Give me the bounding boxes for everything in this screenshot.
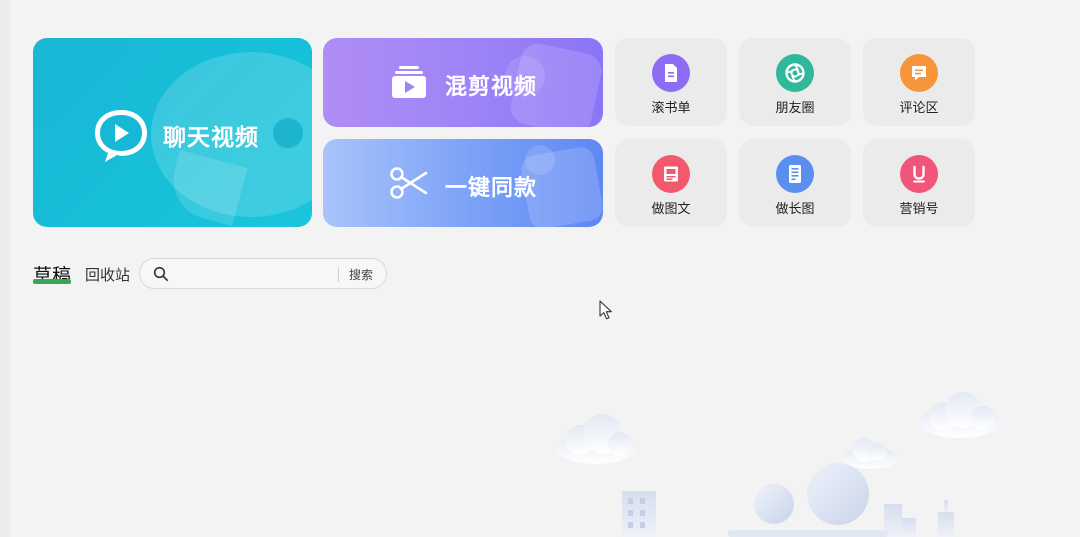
cloud-left [556, 414, 636, 464]
chat-video-icon [95, 110, 147, 162]
sphere-large [807, 463, 869, 525]
tool-label: 做图文 [651, 202, 691, 217]
tool-label: 评论区 [899, 101, 939, 116]
tool-image-text[interactable]: 做图文 [615, 139, 727, 227]
comment-icon [900, 54, 938, 92]
one-click-template-label: 一键同款 [445, 176, 538, 201]
sphere-small [754, 484, 794, 524]
dot-decoration [273, 118, 303, 148]
tool-label: 朋友圈 [775, 101, 815, 116]
aperture-icon [776, 54, 814, 92]
tool-label: 滚书单 [651, 101, 691, 116]
mix-video-label: 混剪视频 [445, 75, 538, 100]
search-box[interactable]: 搜索 [139, 258, 387, 289]
chat-video-card[interactable]: 聊天视频 [33, 38, 312, 227]
search-separator [338, 267, 339, 282]
u-icon [900, 155, 938, 193]
empty-state-illustration [556, 392, 1000, 537]
tool-label: 做长图 [775, 202, 815, 217]
tab-recycle-bin[interactable]: 回收站 [85, 264, 130, 285]
mouse-cursor-icon [599, 300, 612, 320]
document-icon [652, 54, 690, 92]
chat-video-label: 聊天视频 [163, 125, 259, 151]
video-stack-icon [392, 66, 426, 98]
search-button[interactable]: 搜索 [349, 266, 373, 283]
cloud-right [920, 392, 1000, 438]
cloud-middle [842, 438, 898, 469]
search-icon [153, 266, 169, 282]
scissors-icon [390, 167, 428, 199]
tool-label: 营销号 [899, 202, 939, 217]
long-image-icon [776, 155, 814, 193]
mix-video-card[interactable]: 混剪视频 [323, 38, 603, 127]
tool-comments[interactable]: 评论区 [863, 38, 975, 126]
tool-marketing-account[interactable]: 营销号 [863, 139, 975, 227]
tool-moments[interactable]: 朋友圈 [739, 38, 851, 126]
tool-book-list[interactable]: 滚书单 [615, 38, 727, 126]
one-click-template-card[interactable]: 一键同款 [323, 139, 603, 227]
image-text-icon [652, 155, 690, 193]
tool-long-image[interactable]: 做长图 [739, 139, 851, 227]
left-panel-edge [0, 0, 10, 537]
active-tab-indicator [33, 279, 71, 284]
